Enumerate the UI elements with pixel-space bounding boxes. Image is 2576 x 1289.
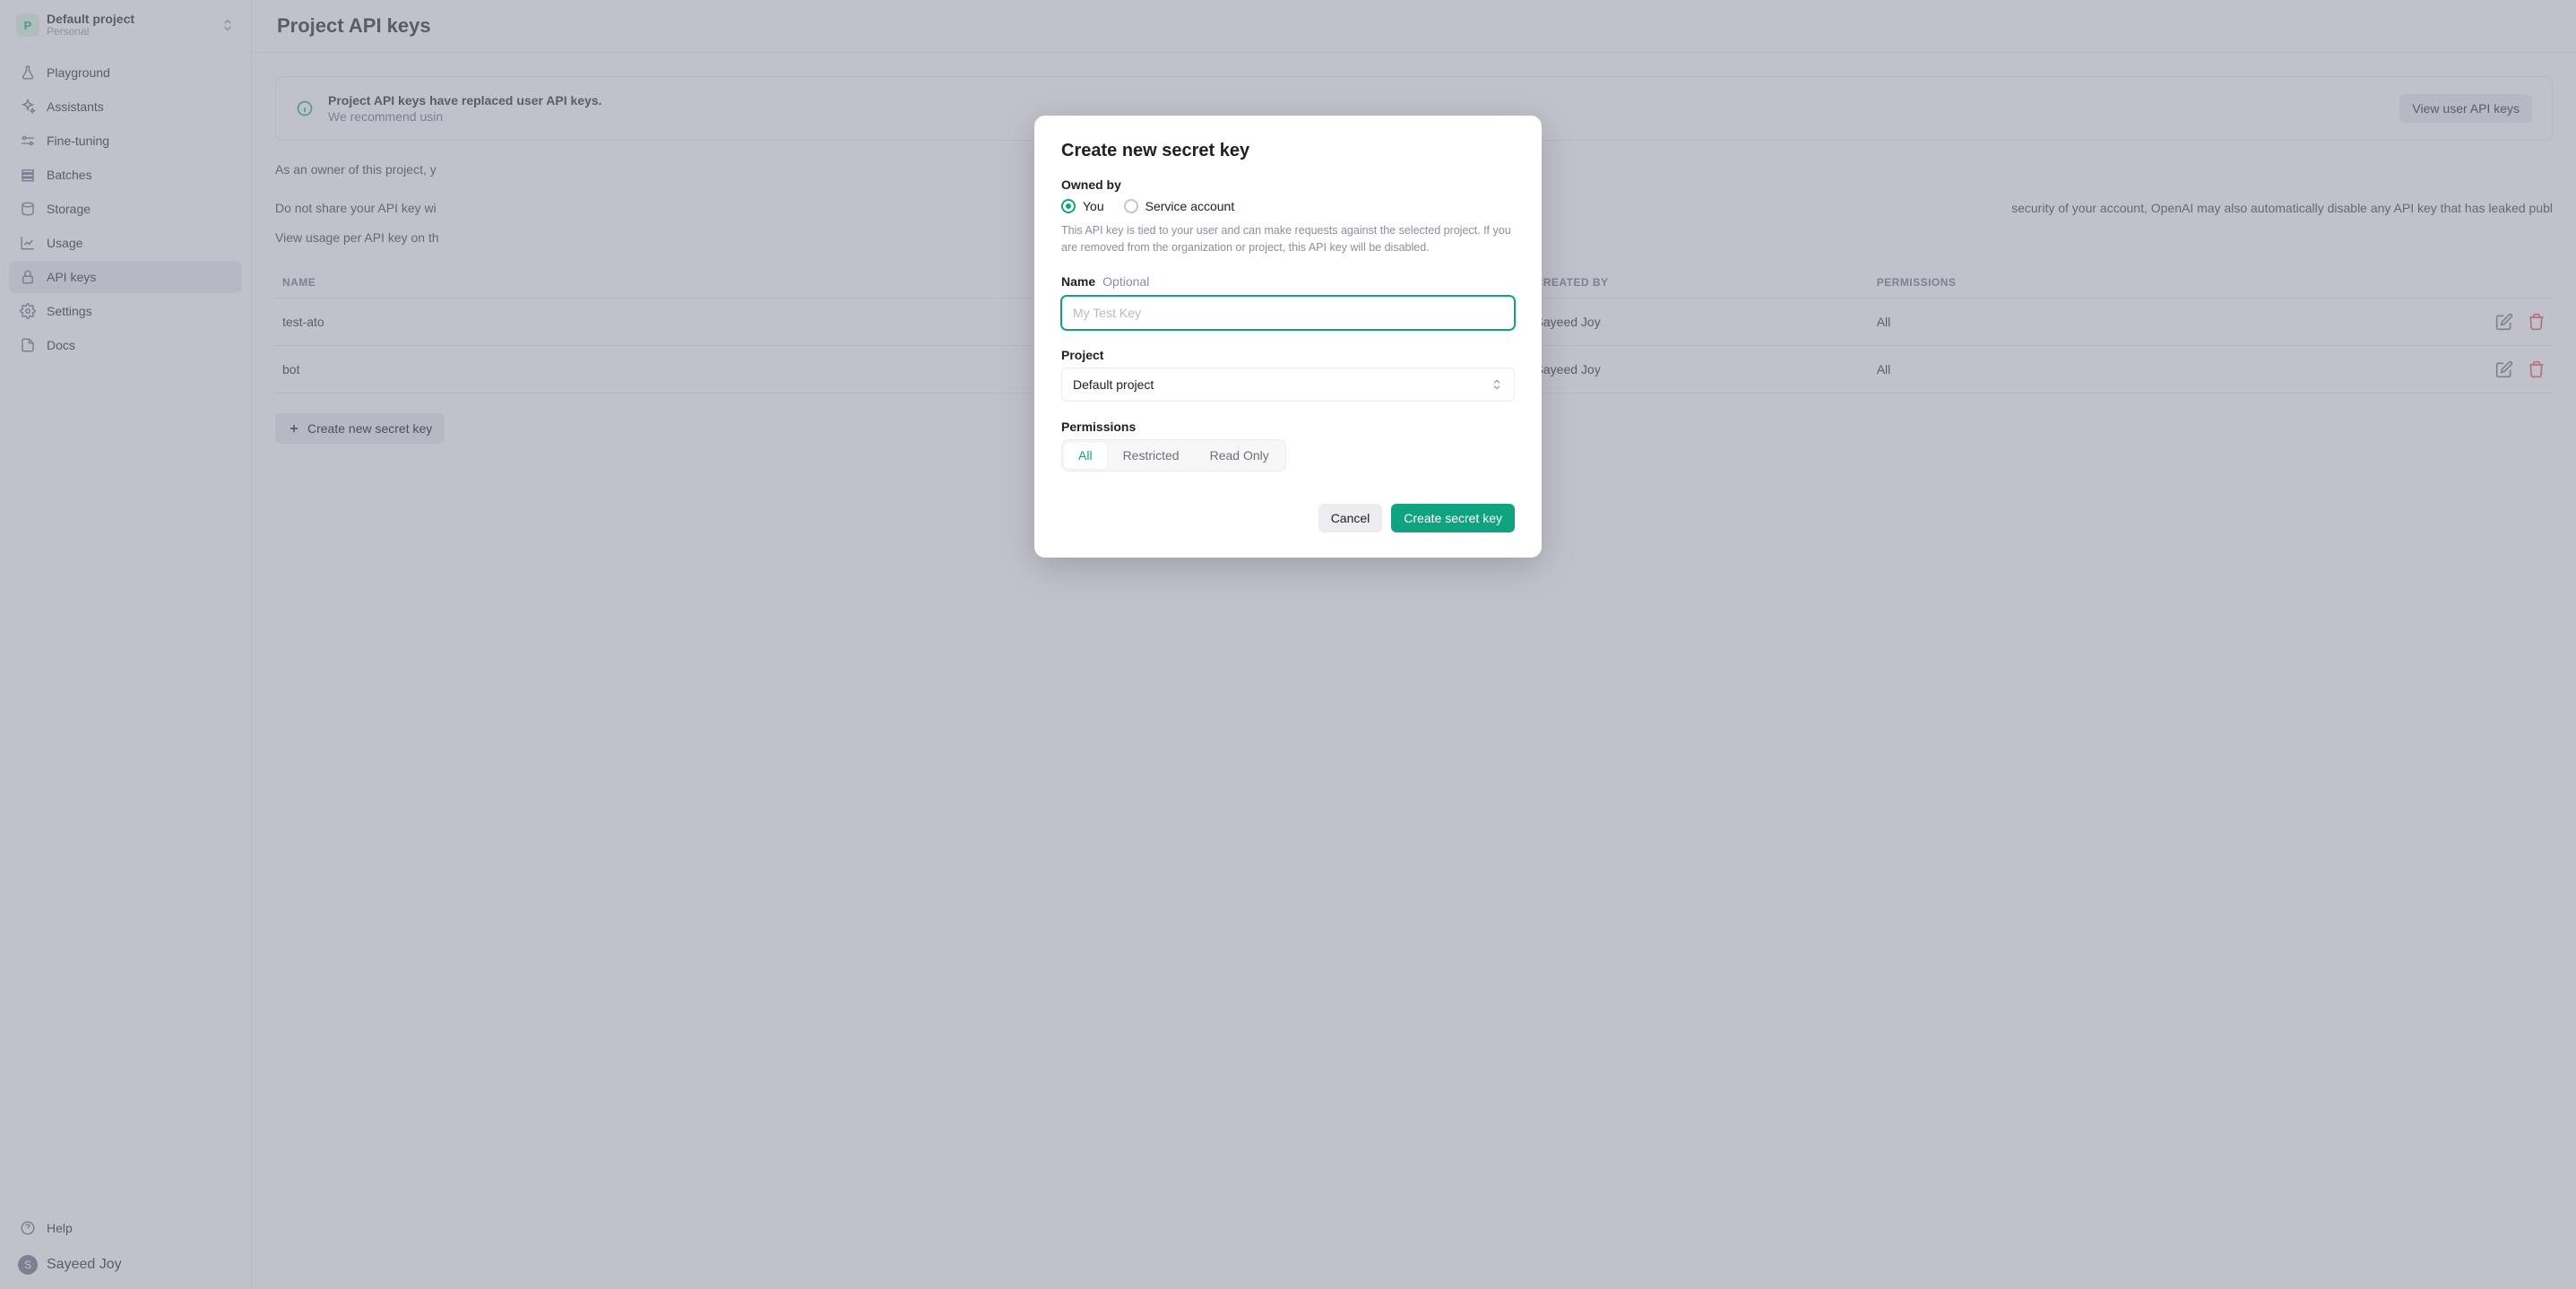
segment-all[interactable]: All bbox=[1064, 442, 1107, 469]
key-name-input[interactable] bbox=[1061, 296, 1515, 330]
chevron-up-down-icon bbox=[1491, 378, 1503, 391]
modal-title: Create new secret key bbox=[1061, 141, 1515, 161]
permissions-segmented: All Restricted Read Only bbox=[1061, 439, 1286, 471]
name-label: Name bbox=[1061, 274, 1095, 289]
radio-dot-icon bbox=[1124, 199, 1138, 213]
owned-by-label: Owned by bbox=[1061, 177, 1515, 192]
radio-service-account[interactable]: Service account bbox=[1124, 199, 1235, 213]
radio-dot-icon bbox=[1061, 199, 1076, 213]
segment-read-only[interactable]: Read Only bbox=[1196, 442, 1284, 469]
owner-help-text: This API key is tied to your user and ca… bbox=[1061, 222, 1515, 256]
permissions-label: Permissions bbox=[1061, 420, 1515, 434]
create-secret-key-button[interactable]: Create secret key bbox=[1391, 504, 1515, 532]
radio-you[interactable]: You bbox=[1061, 199, 1104, 213]
create-key-modal: Create new secret key Owned by You Servi… bbox=[1034, 116, 1542, 558]
modal-overlay[interactable]: Create new secret key Owned by You Servi… bbox=[0, 0, 2576, 1289]
project-label: Project bbox=[1061, 348, 1515, 362]
project-select-value: Default project bbox=[1073, 377, 1154, 392]
owned-by-radio-group: You Service account bbox=[1061, 199, 1515, 213]
project-select[interactable]: Default project bbox=[1061, 368, 1515, 402]
segment-restricted[interactable]: Restricted bbox=[1109, 442, 1194, 469]
optional-label: Optional bbox=[1102, 274, 1149, 289]
cancel-button[interactable]: Cancel bbox=[1318, 504, 1383, 532]
